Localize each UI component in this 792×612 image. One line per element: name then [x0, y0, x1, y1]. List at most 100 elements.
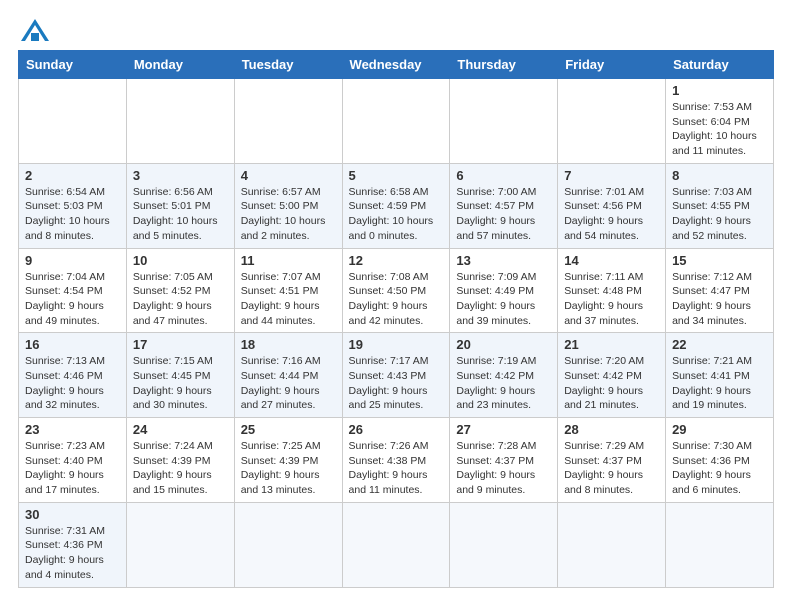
calendar-cell: 15 Sunrise: 7:12 AM Sunset: 4:47 PM Dayli… [666, 248, 774, 333]
day-info: Sunrise: 6:58 AM Sunset: 4:59 PM Dayligh… [349, 185, 444, 244]
header [18, 18, 774, 40]
day-number: 15 [672, 253, 767, 268]
calendar-cell: 10Sunrise: 7:05 AM Sunset: 4:52 PM Dayli… [126, 248, 234, 333]
day-info: Sunrise: 7:04 AM Sunset: 4:54 PM Dayligh… [25, 270, 120, 329]
day-info: Sunrise: 7:15 AM Sunset: 4:45 PM Dayligh… [133, 354, 228, 413]
calendar-week-6: 30 Sunrise: 7:31 AM Sunset: 4:36 PM Dayli… [19, 502, 774, 587]
day-info: Sunrise: 7:16 AM Sunset: 4:44 PM Dayligh… [241, 354, 336, 413]
calendar-week-5: 23Sunrise: 7:23 AM Sunset: 4:40 PM Dayli… [19, 418, 774, 503]
calendar-cell: 27Sunrise: 7:28 AM Sunset: 4:37 PM Dayli… [450, 418, 558, 503]
calendar-week-2: 2 Sunrise: 6:54 AM Sunset: 5:03 PM Daylig… [19, 163, 774, 248]
calendar-table: SundayMondayTuesdayWednesdayThursdayFrid… [18, 50, 774, 588]
day-number: 30 [25, 507, 120, 522]
logo [18, 18, 49, 40]
day-info: Sunrise: 7:00 AM Sunset: 4:57 PM Dayligh… [456, 185, 551, 244]
calendar-cell [234, 502, 342, 587]
day-info: Sunrise: 6:56 AM Sunset: 5:01 PM Dayligh… [133, 185, 228, 244]
calendar-cell [126, 502, 234, 587]
calendar-cell: 13Sunrise: 7:09 AM Sunset: 4:49 PM Dayli… [450, 248, 558, 333]
col-header-friday: Friday [558, 51, 666, 79]
day-number: 29 [672, 422, 767, 437]
day-number: 16 [25, 337, 120, 352]
day-number: 6 [456, 168, 551, 183]
calendar-cell: 22 Sunrise: 7:21 AM Sunset: 4:41 PM Dayli… [666, 333, 774, 418]
day-number: 19 [349, 337, 444, 352]
day-number: 20 [456, 337, 551, 352]
calendar-cell: 26Sunrise: 7:26 AM Sunset: 4:38 PM Dayli… [342, 418, 450, 503]
logo-icon [21, 19, 49, 41]
calendar-cell [666, 502, 774, 587]
calendar-cell [558, 79, 666, 164]
day-number: 25 [241, 422, 336, 437]
calendar-cell: 12 Sunrise: 7:08 AM Sunset: 4:50 PM Dayli… [342, 248, 450, 333]
day-info: Sunrise: 6:54 AM Sunset: 5:03 PM Dayligh… [25, 185, 120, 244]
day-info: Sunrise: 7:21 AM Sunset: 4:41 PM Dayligh… [672, 354, 767, 413]
calendar-cell: 17 Sunrise: 7:15 AM Sunset: 4:45 PM Dayli… [126, 333, 234, 418]
day-number: 18 [241, 337, 336, 352]
calendar-cell: 24 Sunrise: 7:24 AM Sunset: 4:39 PM Dayli… [126, 418, 234, 503]
day-number: 1 [672, 83, 767, 98]
page: SundayMondayTuesdayWednesdayThursdayFrid… [0, 0, 792, 598]
day-number: 10 [133, 253, 228, 268]
col-header-tuesday: Tuesday [234, 51, 342, 79]
calendar-week-1: 1 Sunrise: 7:53 AM Sunset: 6:04 PM Daylig… [19, 79, 774, 164]
calendar-cell: 18 Sunrise: 7:16 AM Sunset: 4:44 PM Dayli… [234, 333, 342, 418]
calendar-week-4: 16 Sunrise: 7:13 AM Sunset: 4:46 PM Dayli… [19, 333, 774, 418]
calendar-cell: 20Sunrise: 7:19 AM Sunset: 4:42 PM Dayli… [450, 333, 558, 418]
day-number: 26 [349, 422, 444, 437]
calendar-cell: 6 Sunrise: 7:00 AM Sunset: 4:57 PM Daylig… [450, 163, 558, 248]
day-number: 17 [133, 337, 228, 352]
day-info: Sunrise: 7:53 AM Sunset: 6:04 PM Dayligh… [672, 100, 767, 159]
calendar-cell [450, 502, 558, 587]
calendar-cell: 8Sunrise: 7:03 AM Sunset: 4:55 PM Daylig… [666, 163, 774, 248]
day-info: Sunrise: 7:25 AM Sunset: 4:39 PM Dayligh… [241, 439, 336, 498]
day-info: Sunrise: 7:29 AM Sunset: 4:37 PM Dayligh… [564, 439, 659, 498]
calendar-cell: 14Sunrise: 7:11 AM Sunset: 4:48 PM Dayli… [558, 248, 666, 333]
calendar-cell: 30 Sunrise: 7:31 AM Sunset: 4:36 PM Dayli… [19, 502, 127, 587]
day-number: 28 [564, 422, 659, 437]
calendar-cell: 5Sunrise: 6:58 AM Sunset: 4:59 PM Daylig… [342, 163, 450, 248]
day-info: Sunrise: 7:30 AM Sunset: 4:36 PM Dayligh… [672, 439, 767, 498]
calendar-cell: 21Sunrise: 7:20 AM Sunset: 4:42 PM Dayli… [558, 333, 666, 418]
day-number: 2 [25, 168, 120, 183]
col-header-wednesday: Wednesday [342, 51, 450, 79]
day-number: 7 [564, 168, 659, 183]
calendar-header-row: SundayMondayTuesdayWednesdayThursdayFrid… [19, 51, 774, 79]
day-info: Sunrise: 7:03 AM Sunset: 4:55 PM Dayligh… [672, 185, 767, 244]
calendar-cell: 7 Sunrise: 7:01 AM Sunset: 4:56 PM Daylig… [558, 163, 666, 248]
calendar-cell: 2 Sunrise: 6:54 AM Sunset: 5:03 PM Daylig… [19, 163, 127, 248]
day-info: Sunrise: 7:09 AM Sunset: 4:49 PM Dayligh… [456, 270, 551, 329]
day-info: Sunrise: 7:12 AM Sunset: 4:47 PM Dayligh… [672, 270, 767, 329]
calendar-cell: 28 Sunrise: 7:29 AM Sunset: 4:37 PM Dayli… [558, 418, 666, 503]
calendar-cell [19, 79, 127, 164]
calendar-week-3: 9 Sunrise: 7:04 AM Sunset: 4:54 PM Daylig… [19, 248, 774, 333]
day-number: 3 [133, 168, 228, 183]
calendar-cell: 3 Sunrise: 6:56 AM Sunset: 5:01 PM Daylig… [126, 163, 234, 248]
day-number: 24 [133, 422, 228, 437]
calendar-cell: 25 Sunrise: 7:25 AM Sunset: 4:39 PM Dayli… [234, 418, 342, 503]
day-number: 22 [672, 337, 767, 352]
day-info: Sunrise: 7:13 AM Sunset: 4:46 PM Dayligh… [25, 354, 120, 413]
col-header-sunday: Sunday [19, 51, 127, 79]
day-info: Sunrise: 7:07 AM Sunset: 4:51 PM Dayligh… [241, 270, 336, 329]
calendar-cell [450, 79, 558, 164]
col-header-saturday: Saturday [666, 51, 774, 79]
logo-text [18, 18, 49, 40]
calendar-cell: 29 Sunrise: 7:30 AM Sunset: 4:36 PM Dayli… [666, 418, 774, 503]
day-number: 9 [25, 253, 120, 268]
day-number: 4 [241, 168, 336, 183]
calendar-cell: 11Sunrise: 7:07 AM Sunset: 4:51 PM Dayli… [234, 248, 342, 333]
day-number: 12 [349, 253, 444, 268]
day-info: Sunrise: 7:20 AM Sunset: 4:42 PM Dayligh… [564, 354, 659, 413]
day-info: Sunrise: 7:24 AM Sunset: 4:39 PM Dayligh… [133, 439, 228, 498]
day-info: Sunrise: 7:11 AM Sunset: 4:48 PM Dayligh… [564, 270, 659, 329]
day-info: Sunrise: 7:17 AM Sunset: 4:43 PM Dayligh… [349, 354, 444, 413]
calendar-cell: 23Sunrise: 7:23 AM Sunset: 4:40 PM Dayli… [19, 418, 127, 503]
day-info: Sunrise: 7:01 AM Sunset: 4:56 PM Dayligh… [564, 185, 659, 244]
day-info: Sunrise: 7:23 AM Sunset: 4:40 PM Dayligh… [25, 439, 120, 498]
day-info: Sunrise: 7:31 AM Sunset: 4:36 PM Dayligh… [25, 524, 120, 583]
calendar-cell: 4Sunrise: 6:57 AM Sunset: 5:00 PM Daylig… [234, 163, 342, 248]
calendar-cell: 1 Sunrise: 7:53 AM Sunset: 6:04 PM Daylig… [666, 79, 774, 164]
day-info: Sunrise: 7:08 AM Sunset: 4:50 PM Dayligh… [349, 270, 444, 329]
day-info: Sunrise: 7:28 AM Sunset: 4:37 PM Dayligh… [456, 439, 551, 498]
